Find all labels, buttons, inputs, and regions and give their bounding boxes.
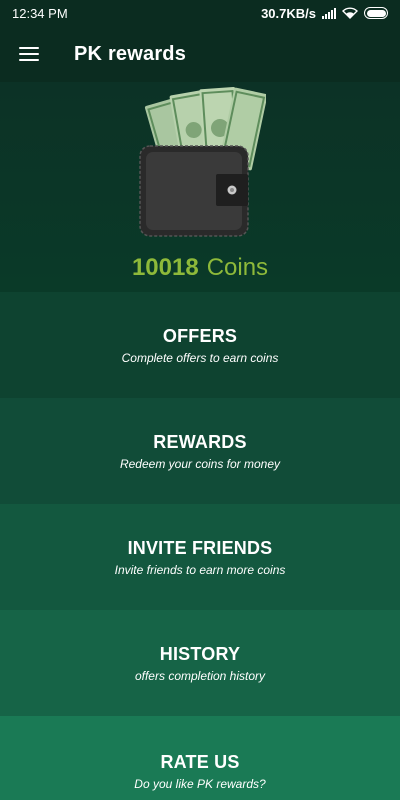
invite-friends-title: INVITE FRIENDS: [127, 537, 273, 558]
signal-icon: [322, 7, 336, 19]
balance-header: 10018 Coins: [0, 82, 400, 292]
coin-unit: Coins: [206, 254, 269, 281]
status-time: 12:34 PM: [12, 5, 68, 21]
invite-friends-subtitle: Invite friends to earn more coins: [114, 562, 286, 577]
hamburger-menu-icon[interactable]: [19, 47, 39, 61]
coin-balance: 10018 Coins: [0, 254, 400, 282]
status-bar: 12:34 PM 30.7KB/s: [0, 0, 400, 26]
battery-icon: [364, 7, 388, 19]
history-subtitle: offers completion history: [134, 668, 266, 683]
history-title: HISTORY: [159, 643, 241, 664]
history-button[interactable]: HISTORY offers completion history: [0, 610, 400, 716]
rewards-button[interactable]: REWARDS Redeem your coins for money: [0, 398, 400, 504]
wallet-with-cash-icon: [136, 82, 268, 242]
rewards-title: REWARDS: [153, 431, 247, 452]
rate-us-button[interactable]: RATE US Do you like PK rewards?: [0, 716, 400, 800]
offers-title: OFFERS: [162, 325, 238, 346]
offers-button[interactable]: OFFERS Complete offers to earn coins: [0, 292, 400, 398]
coin-amount: 10018: [131, 254, 199, 281]
rate-us-title: RATE US: [160, 752, 240, 772]
rewards-subtitle: Redeem your coins for money: [119, 456, 281, 471]
invite-friends-button[interactable]: INVITE FRIENDS Invite friends to earn mo…: [0, 504, 400, 610]
wifi-icon: [342, 7, 358, 19]
status-icons: 30.7KB/s: [261, 6, 388, 21]
network-speed: 30.7KB/s: [261, 5, 316, 21]
rate-us-subtitle: Do you like PK rewards?: [134, 777, 266, 791]
app-title: PK rewards: [74, 42, 187, 65]
app-bar: PK rewards: [0, 26, 400, 82]
offers-subtitle: Complete offers to earn coins: [121, 350, 279, 365]
